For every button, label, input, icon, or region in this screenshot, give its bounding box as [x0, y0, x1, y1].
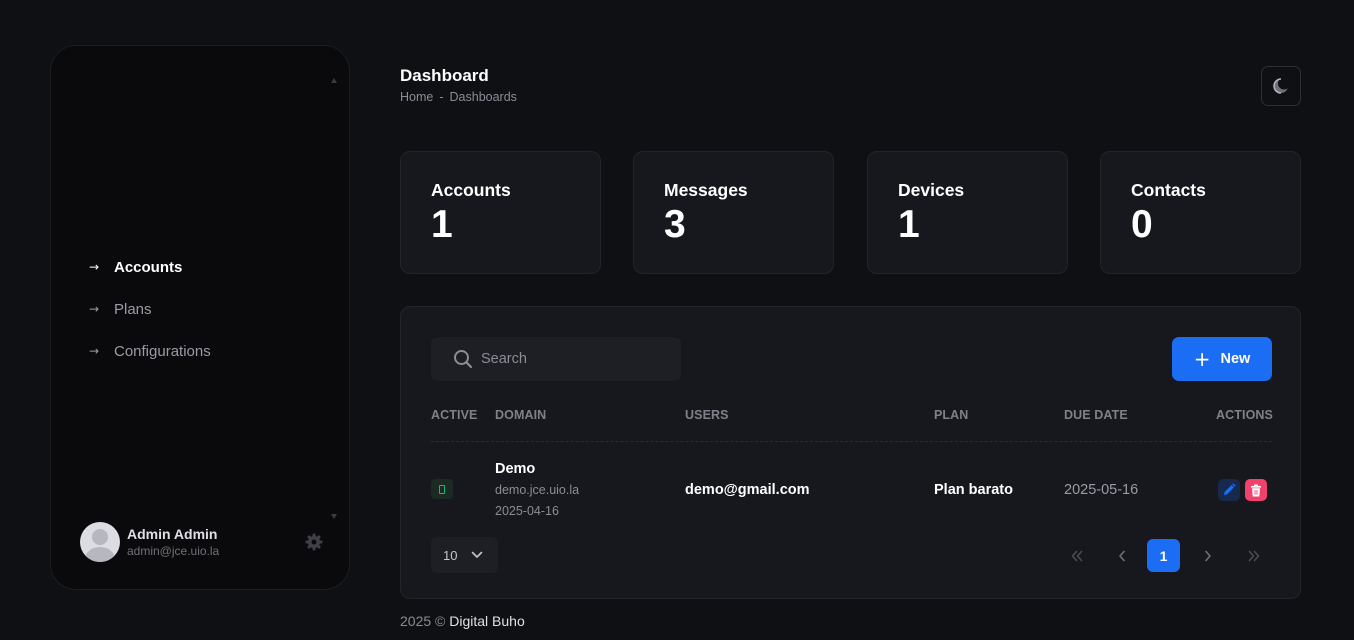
sidebar-item-label: Plans — [114, 300, 152, 318]
stat-label: Contacts — [1131, 180, 1206, 200]
column-header-plan[interactable]: PLAN — [934, 408, 968, 422]
page-title: Dashboard — [400, 66, 489, 85]
column-header-due-date[interactable]: DUE DATE — [1064, 408, 1128, 422]
search-box[interactable] — [431, 337, 681, 381]
page-size-value: 10 — [443, 547, 458, 563]
previous-page-button[interactable] — [1105, 539, 1138, 572]
sidebar: → Accounts → Plans → Configurations Admi… — [50, 45, 350, 590]
stat-label: Devices — [898, 180, 965, 200]
trash-icon — [1251, 484, 1261, 496]
new-button[interactable]: + New — [1172, 337, 1272, 381]
user-profile[interactable]: Admin Admin admin@jce.uio.la — [80, 521, 324, 563]
footer-brand-link[interactable]: Digital Buho — [449, 613, 525, 629]
footer: 2025 © Digital Buho — [400, 613, 525, 629]
delete-button[interactable] — [1245, 479, 1267, 501]
arrow-right-icon: → — [89, 260, 100, 274]
user-name: Admin Admin — [127, 526, 218, 542]
breadcrumb-home[interactable]: Home — [400, 90, 433, 104]
breadcrumb: Home - Dashboards — [400, 90, 517, 104]
sidebar-item-plans[interactable]: → Plans — [89, 288, 211, 330]
stat-card-contacts: Contacts 0 — [1100, 151, 1301, 274]
accounts-table-card: + New ACTIVE DOMAIN USERS PLAN DUE DATE … — [400, 306, 1301, 599]
search-input[interactable] — [481, 351, 671, 367]
page-size-select[interactable]: 10 — [431, 537, 498, 573]
plus-icon: + — [1193, 347, 1211, 371]
chevron-left-icon — [1118, 550, 1125, 561]
column-header-domain[interactable]: DOMAIN — [495, 408, 546, 422]
scroll-up-icon[interactable] — [331, 78, 337, 83]
pencil-icon — [1224, 483, 1236, 495]
stat-value: 1 — [898, 203, 920, 246]
sidebar-item-accounts[interactable]: → Accounts — [89, 246, 211, 288]
arrow-right-icon: → — [89, 344, 100, 358]
sidebar-item-label: Configurations — [114, 342, 211, 360]
stat-card-accounts: Accounts 1 — [400, 151, 601, 274]
avatar[interactable] — [80, 522, 120, 562]
page-button-current[interactable]: 1 — [1147, 539, 1180, 572]
breadcrumb-current: Dashboards — [449, 90, 517, 104]
stat-value: 0 — [1131, 203, 1153, 246]
sidebar-item-configurations[interactable]: → Configurations — [89, 330, 211, 372]
domain-created-date: 2025-04-16 — [495, 504, 559, 518]
sidebar-item-label: Accounts — [114, 258, 183, 276]
due-date-cell: 2025-05-16 — [1064, 482, 1139, 498]
moon-icon — [1273, 77, 1290, 94]
breadcrumb-separator: - — [439, 90, 444, 104]
footer-copyright: 2025 © — [400, 613, 446, 629]
user-email-cell: demo@gmail.com — [685, 482, 810, 498]
stat-value: 3 — [664, 203, 686, 246]
chevrons-left-icon — [1071, 550, 1082, 561]
column-header-actions: ACTIONS — [1216, 408, 1273, 422]
stat-label: Messages — [664, 180, 748, 200]
stat-label: Accounts — [431, 180, 511, 200]
theme-toggle-button[interactable] — [1261, 66, 1301, 106]
search-icon — [454, 350, 473, 369]
edit-button[interactable] — [1218, 479, 1240, 501]
chevrons-right-icon — [1248, 550, 1259, 561]
domain-name: Demo — [495, 461, 536, 477]
column-header-users[interactable]: USERS — [685, 408, 729, 422]
sidebar-nav: → Accounts → Plans → Configurations — [89, 246, 211, 372]
column-header-active[interactable]: ACTIVE — [431, 408, 477, 422]
active-status-icon[interactable] — [431, 479, 453, 499]
chevron-down-icon — [472, 551, 483, 558]
new-button-label: New — [1220, 351, 1251, 367]
stat-card-devices: Devices 1 — [867, 151, 1068, 274]
user-email: admin@jce.uio.la — [127, 544, 220, 558]
scroll-down-icon[interactable] — [331, 514, 337, 519]
stat-card-messages: Messages 3 — [633, 151, 834, 274]
page-number: 1 — [1159, 547, 1168, 564]
header-divider — [431, 441, 1272, 442]
chevron-right-icon — [1204, 550, 1211, 561]
gear-icon[interactable] — [304, 532, 324, 552]
next-page-button[interactable] — [1191, 539, 1224, 572]
user-info: Admin Admin admin@jce.uio.la — [127, 526, 219, 558]
domain-url: demo.jce.uio.la — [495, 483, 580, 497]
stat-value: 1 — [431, 203, 453, 246]
first-page-button[interactable] — [1060, 539, 1093, 572]
last-page-button[interactable] — [1237, 539, 1270, 572]
arrow-right-icon: → — [89, 302, 100, 316]
plan-cell: Plan barato — [934, 482, 1013, 498]
